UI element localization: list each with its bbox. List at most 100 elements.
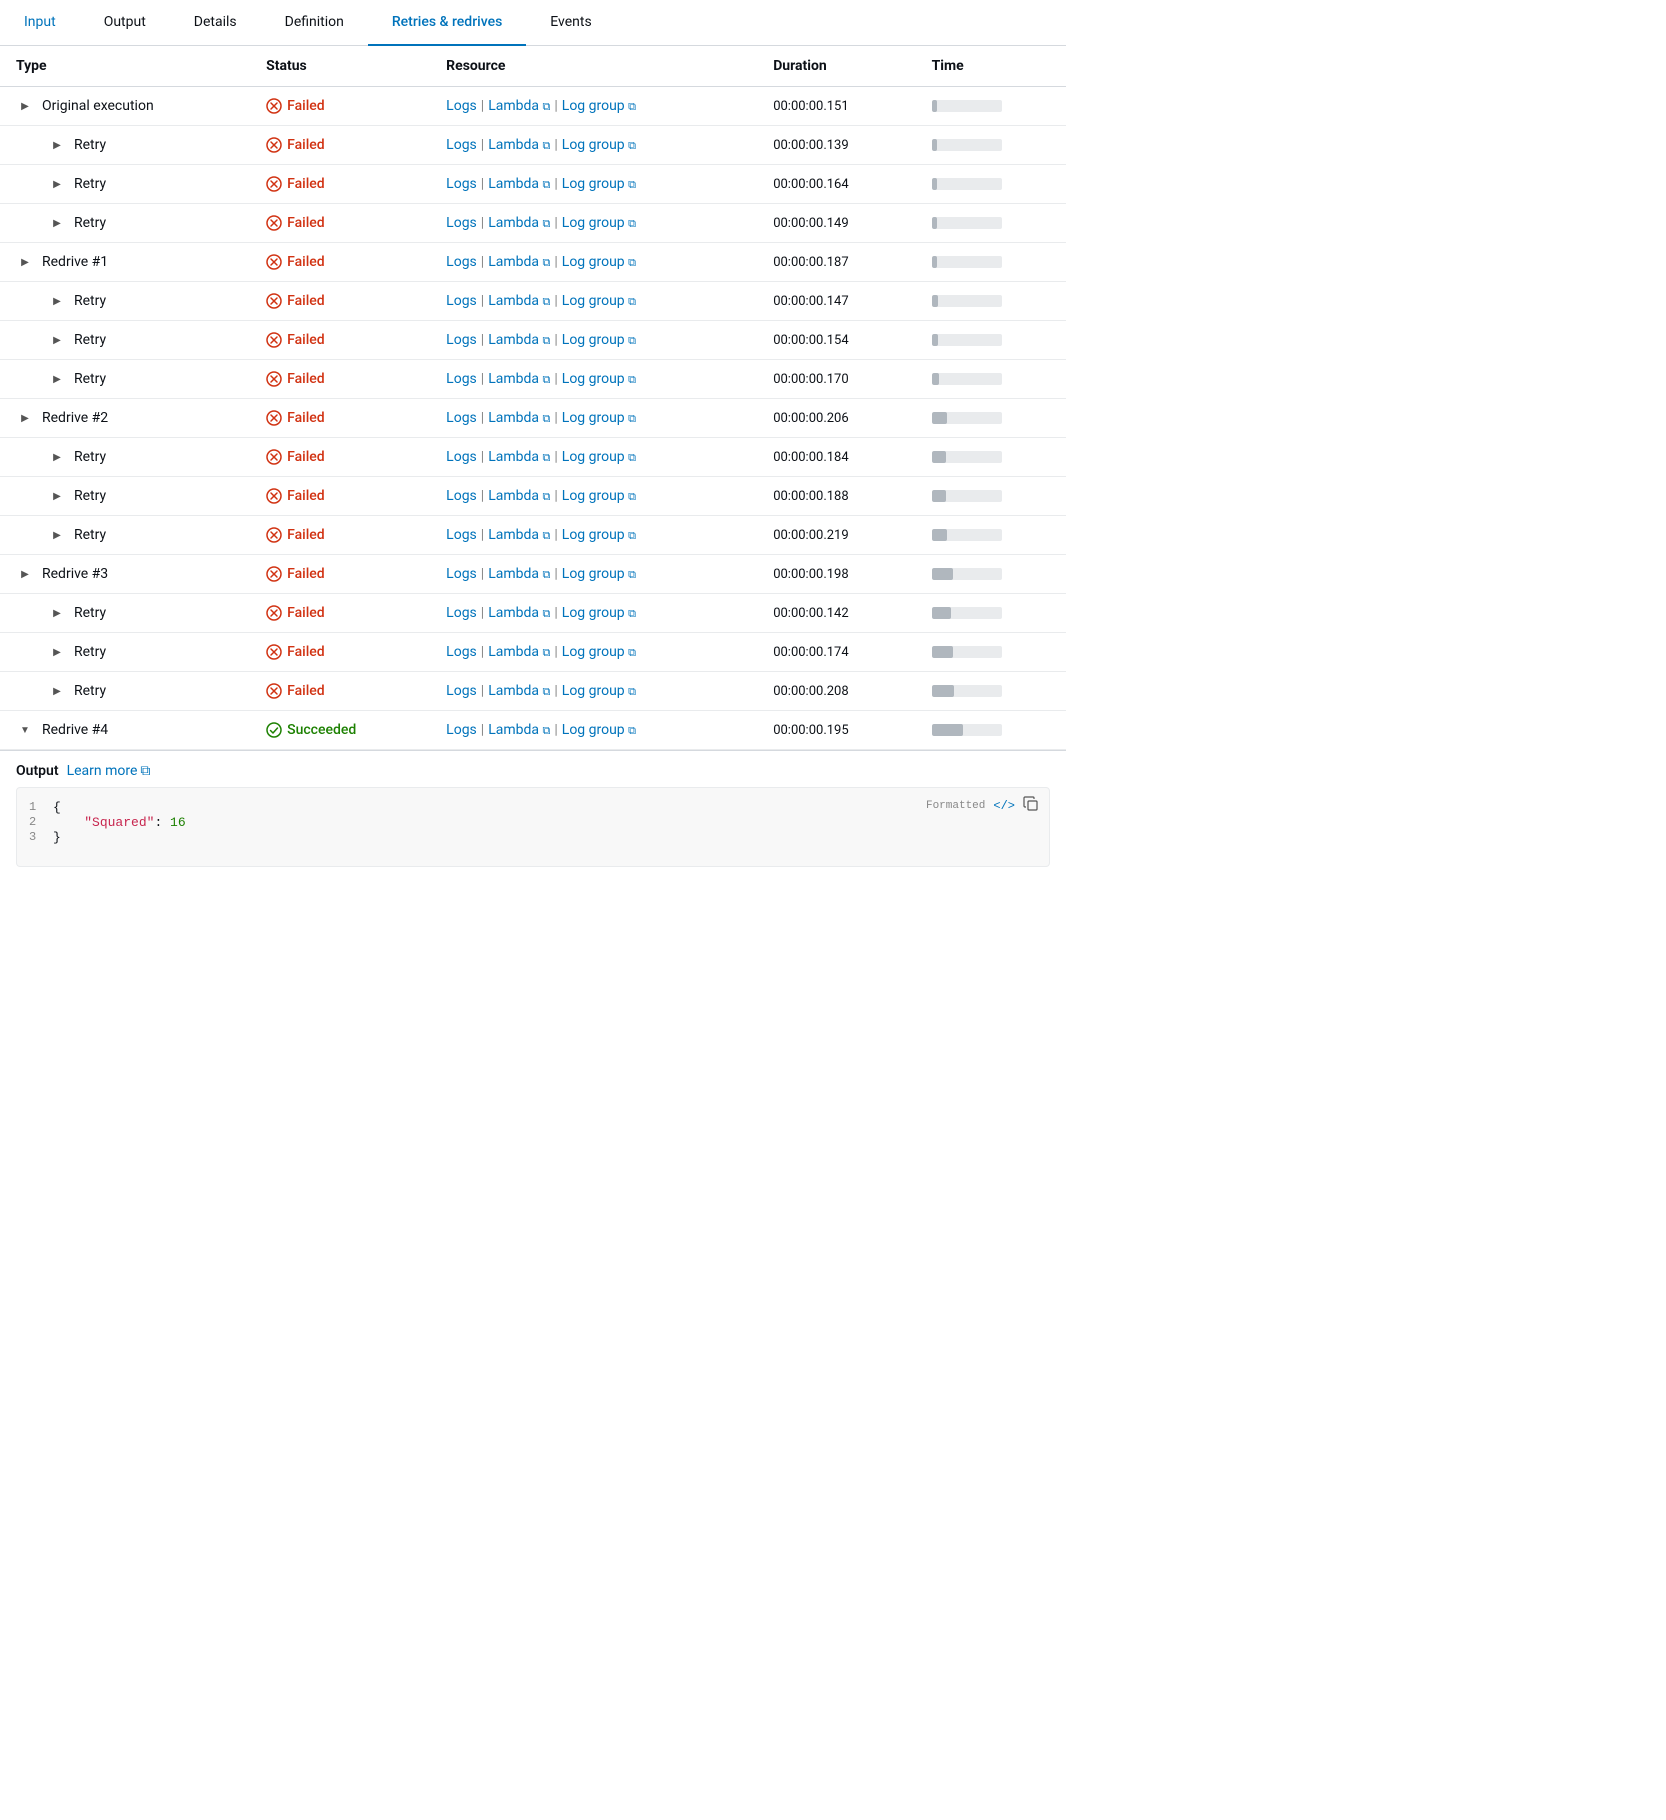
logs-link[interactable]: Logs: [446, 722, 477, 738]
copy-button[interactable]: [1023, 796, 1039, 816]
expand-button[interactable]: ▶: [48, 175, 66, 193]
type-label: Retry: [74, 293, 106, 309]
logs-link[interactable]: Logs: [446, 371, 477, 387]
logs-link[interactable]: Logs: [446, 254, 477, 270]
log-group-link[interactable]: Log group ⧉: [562, 722, 636, 738]
expand-button[interactable]: ▶: [48, 487, 66, 505]
lambda-link[interactable]: Lambda ⧉: [488, 722, 550, 738]
time-bar-container: [932, 724, 1002, 736]
logs-link[interactable]: Logs: [446, 488, 477, 504]
log-group-external-icon: ⧉: [628, 256, 636, 269]
logs-link[interactable]: Logs: [446, 293, 477, 309]
lambda-link[interactable]: Lambda ⧉: [488, 176, 550, 192]
log-group-link[interactable]: Log group ⧉: [562, 176, 636, 192]
lambda-link[interactable]: Lambda ⧉: [488, 371, 550, 387]
logs-link[interactable]: Logs: [446, 215, 477, 231]
log-group-link[interactable]: Log group ⧉: [562, 488, 636, 504]
tab-definition[interactable]: Definition: [261, 0, 368, 46]
logs-link[interactable]: Logs: [446, 410, 477, 426]
expand-button[interactable]: ▶: [16, 565, 34, 583]
expand-button[interactable]: ▶: [16, 97, 34, 115]
logs-link[interactable]: Logs: [446, 644, 477, 660]
lambda-link[interactable]: Lambda ⧉: [488, 98, 550, 114]
duration-cell: 00:00:00.142: [757, 594, 915, 633]
log-group-link[interactable]: Log group ⧉: [562, 371, 636, 387]
expand-button[interactable]: ▶: [48, 526, 66, 544]
expand-button[interactable]: ▶: [48, 331, 66, 349]
expand-button[interactable]: ▶: [48, 136, 66, 154]
log-group-link[interactable]: Log group ⧉: [562, 683, 636, 699]
lambda-link[interactable]: Lambda ⧉: [488, 605, 550, 621]
logs-link[interactable]: Logs: [446, 605, 477, 621]
duration-cell: 00:00:00.195: [757, 711, 915, 750]
log-group-link[interactable]: Log group ⧉: [562, 98, 636, 114]
lambda-link[interactable]: Lambda ⧉: [488, 254, 550, 270]
resource-cell: Logs | Lambda ⧉ | Log group ⧉: [430, 126, 757, 165]
expand-button[interactable]: ▶: [48, 604, 66, 622]
log-group-link[interactable]: Log group ⧉: [562, 527, 636, 543]
logs-link[interactable]: Logs: [446, 566, 477, 582]
lambda-link[interactable]: Lambda ⧉: [488, 215, 550, 231]
log-group-link[interactable]: Log group ⧉: [562, 254, 636, 270]
lambda-link[interactable]: Lambda ⧉: [488, 566, 550, 582]
lambda-link[interactable]: Lambda ⧉: [488, 410, 550, 426]
failed-icon: [266, 254, 282, 270]
lambda-link[interactable]: Lambda ⧉: [488, 683, 550, 699]
logs-link[interactable]: Logs: [446, 332, 477, 348]
expand-button[interactable]: ▶: [16, 409, 34, 427]
log-group-link[interactable]: Log group ⧉: [562, 566, 636, 582]
type-label: Retry: [74, 683, 106, 699]
log-group-link[interactable]: Log group ⧉: [562, 449, 636, 465]
log-group-link[interactable]: Log group ⧉: [562, 332, 636, 348]
tab-events[interactable]: Events: [526, 0, 615, 46]
tab-retries[interactable]: Retries & redrives: [368, 0, 526, 46]
tab-input[interactable]: Input: [0, 0, 80, 46]
expand-button[interactable]: ▶: [48, 448, 66, 466]
time-bar-container: [932, 100, 1002, 112]
failed-icon: [266, 410, 282, 426]
logs-link[interactable]: Logs: [446, 137, 477, 153]
resource-separator: |: [481, 722, 484, 738]
code-format-toggle[interactable]: </>: [993, 799, 1015, 813]
lambda-link[interactable]: Lambda ⧉: [488, 449, 550, 465]
expand-button[interactable]: ▼: [16, 721, 34, 739]
resource-separator-2: |: [554, 644, 557, 660]
tab-bar: Input Output Details Definition Retries …: [0, 0, 1066, 46]
lambda-link[interactable]: Lambda ⧉: [488, 293, 550, 309]
logs-link[interactable]: Logs: [446, 176, 477, 192]
logs-link[interactable]: Logs: [446, 683, 477, 699]
log-group-link[interactable]: Log group ⧉: [562, 137, 636, 153]
logs-link[interactable]: Logs: [446, 449, 477, 465]
table-row: ▶RetryFailedLogs | Lambda ⧉ | Log group …: [0, 126, 1066, 165]
lambda-link[interactable]: Lambda ⧉: [488, 332, 550, 348]
lambda-link[interactable]: Lambda ⧉: [488, 488, 550, 504]
output-learn-more-link[interactable]: Learn more ⧉: [67, 763, 151, 779]
status-text: Failed: [287, 566, 325, 582]
log-group-link[interactable]: Log group ⧉: [562, 605, 636, 621]
lambda-link[interactable]: Lambda ⧉: [488, 527, 550, 543]
retries-table-container: Type Status Resource Duration Time ▶Orig…: [0, 46, 1066, 750]
expand-button[interactable]: ▶: [48, 292, 66, 310]
logs-link[interactable]: Logs: [446, 527, 477, 543]
expand-button[interactable]: ▶: [48, 214, 66, 232]
resource-separator-2: |: [554, 137, 557, 153]
type-cell: ▶Retry: [0, 165, 250, 204]
table-row: ▶RetryFailedLogs | Lambda ⧉ | Log group …: [0, 477, 1066, 516]
logs-link[interactable]: Logs: [446, 98, 477, 114]
lambda-link[interactable]: Lambda ⧉: [488, 644, 550, 660]
log-group-link[interactable]: Log group ⧉: [562, 293, 636, 309]
log-group-link[interactable]: Log group ⧉: [562, 215, 636, 231]
log-group-link[interactable]: Log group ⧉: [562, 410, 636, 426]
expand-button[interactable]: ▶: [48, 370, 66, 388]
expand-button[interactable]: ▶: [16, 253, 34, 271]
tab-output[interactable]: Output: [80, 0, 170, 46]
resource-cell: Logs | Lambda ⧉ | Log group ⧉: [430, 243, 757, 282]
expand-button[interactable]: ▶: [48, 682, 66, 700]
time-bar-container: [932, 568, 1002, 580]
tab-details[interactable]: Details: [170, 0, 261, 46]
lambda-link[interactable]: Lambda ⧉: [488, 137, 550, 153]
table-row: ▶RetryFailedLogs | Lambda ⧉ | Log group …: [0, 633, 1066, 672]
duration-cell: 00:00:00.188: [757, 477, 915, 516]
log-group-link[interactable]: Log group ⧉: [562, 644, 636, 660]
expand-button[interactable]: ▶: [48, 643, 66, 661]
